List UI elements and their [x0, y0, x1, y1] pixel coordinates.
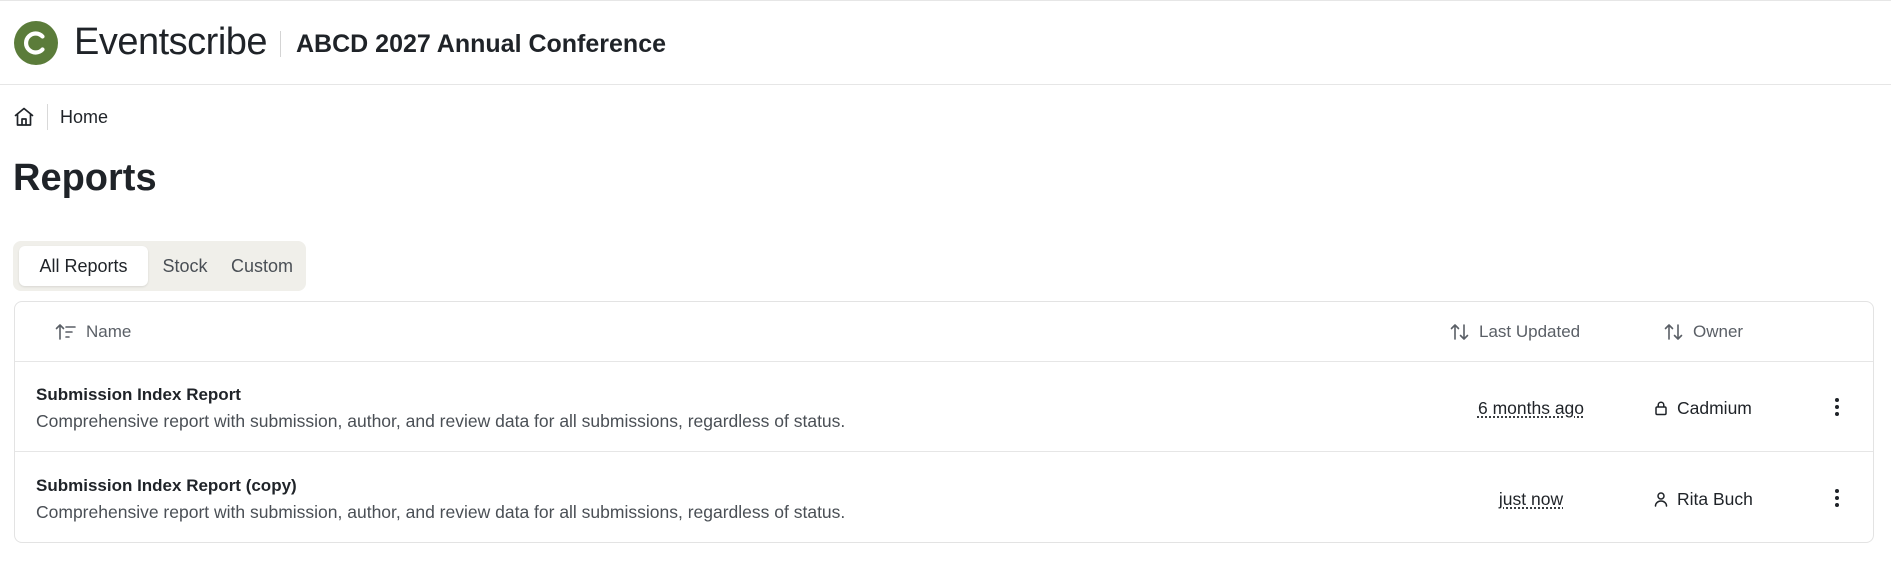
report-tabs: All Reports Stock Custom — [13, 241, 306, 291]
column-header-name[interactable]: Name — [55, 320, 155, 344]
lock-icon — [1653, 400, 1669, 416]
last-updated-value: 6 months ago — [1477, 398, 1585, 418]
page-title: Reports — [13, 157, 157, 199]
header-divider — [280, 31, 281, 57]
breadcrumb-divider — [47, 104, 48, 130]
tab-custom[interactable]: Custom — [222, 246, 302, 286]
report-name-link[interactable]: Submission Index Report — [36, 385, 241, 405]
more-vertical-icon[interactable] — [1827, 395, 1847, 419]
reports-table: Name Last Updated Owner Submission Index… — [14, 301, 1874, 543]
column-header-last-updated[interactable]: Last Updated — [1449, 320, 1599, 344]
last-updated-value: just now — [1498, 489, 1564, 509]
tab-stock[interactable]: Stock — [149, 246, 221, 286]
report-description: Comprehensive report with submission, au… — [36, 411, 846, 431]
tab-all-reports[interactable]: All Reports — [19, 246, 148, 286]
column-label-name: Name — [86, 322, 132, 341]
column-label-last-updated: Last Updated — [1479, 322, 1581, 341]
column-label-owner: Owner — [1693, 322, 1744, 341]
owner-name: Cadmium — [1677, 398, 1752, 418]
owner-name: Rita Buch — [1677, 489, 1753, 509]
home-icon[interactable] — [12, 105, 36, 129]
column-header-owner[interactable]: Owner — [1663, 320, 1763, 344]
table-header: Name Last Updated Owner — [15, 302, 1873, 362]
user-icon — [1653, 491, 1669, 507]
report-name-link[interactable]: Submission Index Report (copy) — [36, 476, 297, 496]
report-description: Comprehensive report with submission, au… — [36, 502, 846, 522]
conference-title: ABCD 2027 Annual Conference — [296, 30, 666, 58]
sort-icon — [1450, 324, 1469, 340]
sort-icon — [1664, 324, 1683, 340]
table-row[interactable]: Submission Index Report (copy) Comprehen… — [15, 453, 1873, 543]
sort-ascending-icon — [55, 324, 76, 340]
breadcrumb-home-link[interactable]: Home — [60, 107, 108, 127]
top-bar: Eventscribe ABCD 2027 Annual Conference — [0, 0, 1891, 85]
table-row[interactable]: Submission Index Report Comprehensive re… — [15, 362, 1873, 452]
more-vertical-icon[interactable] — [1827, 486, 1847, 510]
eventscribe-logo-icon[interactable] — [14, 21, 58, 65]
brand-name[interactable]: Eventscribe — [74, 19, 268, 65]
